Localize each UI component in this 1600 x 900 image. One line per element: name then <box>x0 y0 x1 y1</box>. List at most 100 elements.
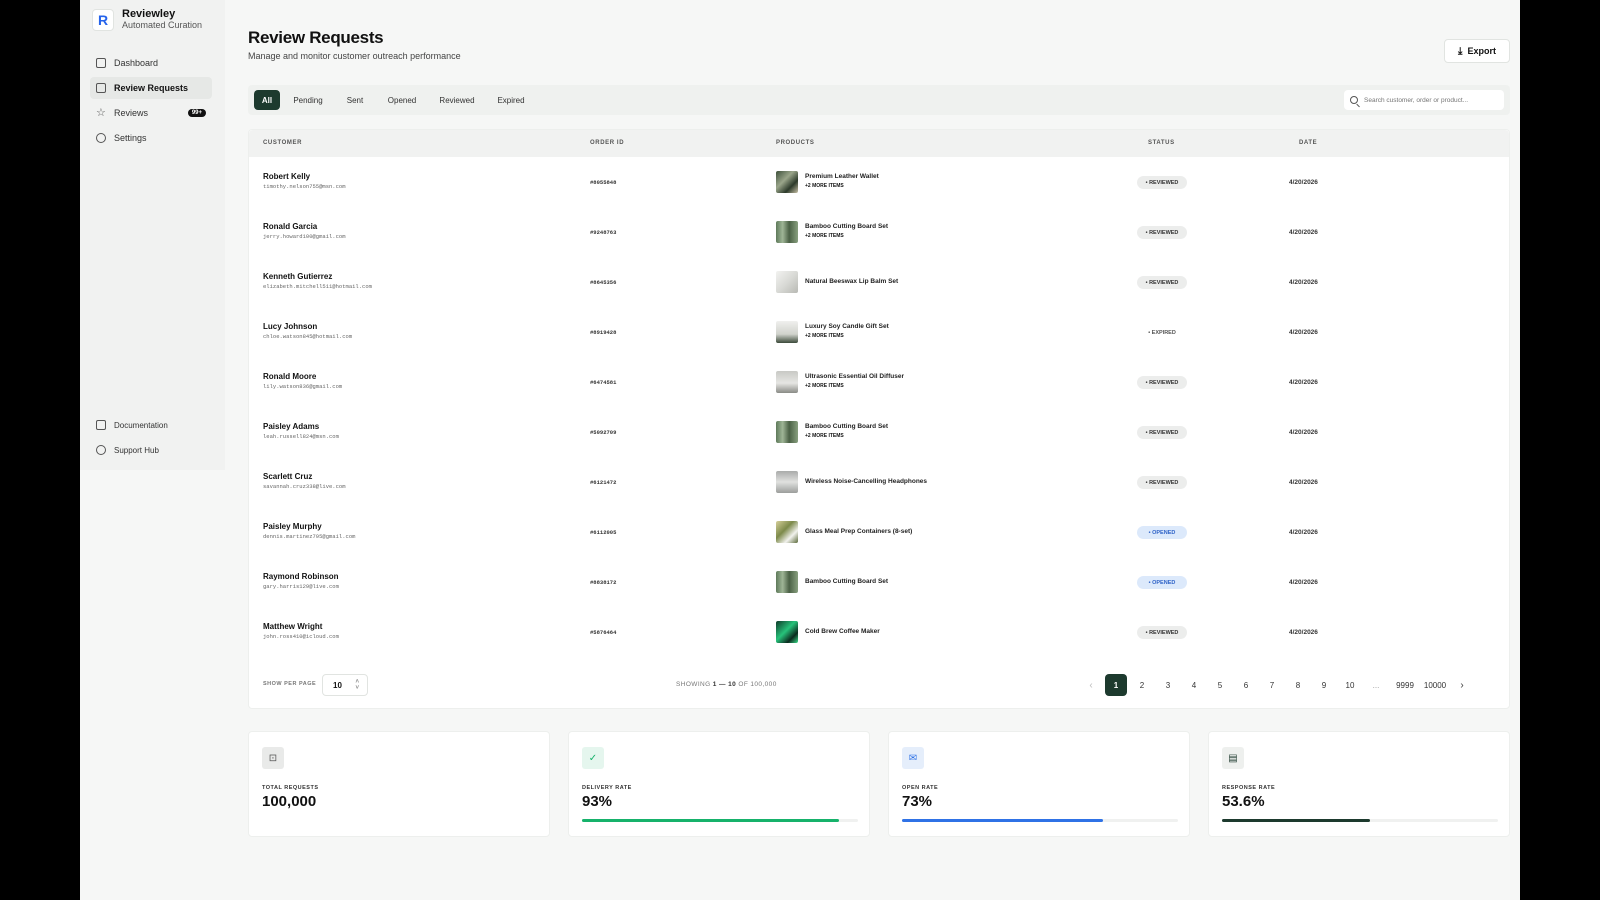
status-label: REVIEWED <box>1149 429 1179 436</box>
product-name: Wireless Noise-Cancelling Headphones <box>805 478 928 485</box>
showing-summary: SHOWING 1 — 10 OF 100,000 <box>676 681 777 688</box>
export-button-label: Export <box>1467 46 1496 56</box>
stat-progress-track <box>582 819 858 822</box>
order-id[interactable]: #6474581 <box>590 379 616 386</box>
sidebar-item-dashboard[interactable]: Dashboard <box>90 52 212 74</box>
table-row[interactable]: Matthew Wright john.ross410@icloud.com #58… <box>249 607 1509 657</box>
order-id[interactable]: #8055848 <box>590 179 616 186</box>
column-header-customer[interactable]: CUSTOMER <box>263 140 302 146</box>
brand-tagline: Automated Curation <box>122 20 203 30</box>
customer-email: jerry.howard100@gmail.com <box>263 233 346 240</box>
sidebar-item-reviews[interactable]: ☆ Reviews 99+ <box>90 102 212 124</box>
order-id[interactable]: #6112005 <box>590 529 616 536</box>
column-header-products[interactable]: PRODUCTS <box>776 140 814 146</box>
tab-opened[interactable]: Opened <box>382 90 422 110</box>
sidebar-item-documentation[interactable]: Documentation <box>90 414 212 436</box>
next-page-button[interactable]: › <box>1451 674 1473 696</box>
customer-email: leah.russell824@msn.com <box>263 433 339 440</box>
tab-expired[interactable]: Expired <box>492 90 530 110</box>
page-button-9999[interactable]: 9999 <box>1394 674 1416 696</box>
request-date: 4/20/2026 <box>1289 179 1318 186</box>
product-thumbnail <box>776 621 798 643</box>
page-button-10[interactable]: 10 <box>1339 674 1361 696</box>
prev-page-button[interactable]: ‹ <box>1080 674 1102 696</box>
order-id[interactable]: #8919428 <box>590 329 616 336</box>
stat-card-response-rate: ▤ RESPONSE RATE 53.6% <box>1208 731 1510 837</box>
tab-reviewed[interactable]: Reviewed <box>434 90 480 110</box>
more-items-label[interactable]: +2 MORE ITEMS <box>805 333 844 339</box>
table-row[interactable]: Ronald Garcia jerry.howard100@gmail.com #9… <box>249 207 1509 257</box>
customer-name: Matthew Wright <box>263 622 323 631</box>
more-items-label[interactable]: +2 MORE ITEMS <box>805 433 844 439</box>
page-button-1[interactable]: 1 <box>1105 674 1127 696</box>
tab-pending[interactable]: Pending <box>288 90 328 110</box>
order-id[interactable]: #5092709 <box>590 429 616 436</box>
search-box[interactable] <box>1344 90 1504 110</box>
column-header-order-id[interactable]: ORDER ID <box>590 140 624 146</box>
customer-email: lily.watson836@gmail.com <box>263 383 343 390</box>
page-title: Review Requests <box>248 28 384 47</box>
table-row[interactable]: Lucy Johnson chloe.watson845@hotmail.com #… <box>249 307 1509 357</box>
export-button[interactable]: ⤓ Export <box>1444 39 1510 63</box>
page-button-10000[interactable]: 10000 <box>1424 674 1446 696</box>
column-header-date[interactable]: DATE <box>1299 140 1317 146</box>
book-icon <box>96 420 106 430</box>
more-items-label[interactable]: +2 MORE ITEMS <box>805 233 844 239</box>
product-thumbnail <box>776 371 798 393</box>
table-row[interactable]: Raymond Robinson gary.harris129@live.com #… <box>249 557 1509 607</box>
sidebar-item-review-requests[interactable]: Review Requests <box>90 77 212 99</box>
tab-all[interactable]: All <box>254 90 280 110</box>
table-row[interactable]: Ronald Moore lily.watson836@gmail.com #647… <box>249 357 1509 407</box>
table-row[interactable]: Robert Kelly timothy.nelson755@msn.com #80… <box>249 157 1509 207</box>
page-button-3[interactable]: 3 <box>1157 674 1179 696</box>
customer-email: savannah.cruz338@live.com <box>263 483 346 490</box>
page-button-6[interactable]: 6 <box>1235 674 1257 696</box>
order-id[interactable]: #5876464 <box>590 629 616 636</box>
showing-total: OF 100,000 <box>738 681 777 688</box>
tab-sent[interactable]: Sent <box>340 90 370 110</box>
sidebar-item-settings[interactable]: Settings <box>90 127 212 149</box>
per-page-label: SHOW PER PAGE <box>263 681 317 687</box>
product-thumbnail <box>776 571 798 593</box>
customer-name: Robert Kelly <box>263 172 311 181</box>
more-items-label[interactable]: +2 MORE ITEMS <box>805 183 844 189</box>
order-id[interactable]: #6121472 <box>590 479 616 486</box>
product-name: Cold Brew Coffee Maker <box>805 628 880 635</box>
status-label: OPENED <box>1152 529 1176 536</box>
customer-email: chloe.watson845@hotmail.com <box>263 333 353 340</box>
sidebar-item-support-hub[interactable]: Support Hub <box>90 439 212 461</box>
product-thumbnail <box>776 321 798 343</box>
sidebar-footer-nav: Documentation Support Hub <box>90 414 212 464</box>
column-header-status[interactable]: STATUS <box>1148 140 1175 146</box>
page-button-2[interactable]: 2 <box>1131 674 1153 696</box>
page-button-7[interactable]: 7 <box>1261 674 1283 696</box>
showing-range: 1 — 10 <box>712 681 737 688</box>
page-button-5[interactable]: 5 <box>1209 674 1231 696</box>
stat-value: 73% <box>902 793 933 810</box>
more-items-label[interactable]: +2 MORE ITEMS <box>805 383 844 389</box>
request-date: 4/20/2026 <box>1289 379 1318 386</box>
grid-icon <box>96 58 106 68</box>
page-button-9[interactable]: 9 <box>1313 674 1335 696</box>
page-button-4[interactable]: 4 <box>1183 674 1205 696</box>
customer-name: Scarlett Cruz <box>263 472 313 481</box>
customer-name: Lucy Johnson <box>263 322 318 331</box>
order-id[interactable]: #8838172 <box>590 579 616 586</box>
page-button-8[interactable]: 8 <box>1287 674 1309 696</box>
order-id[interactable]: #9248763 <box>590 229 616 236</box>
table-row[interactable]: Paisley Murphy dennis.martinez795@gmail.c… <box>249 507 1509 557</box>
table-row[interactable]: Scarlett Cruz savannah.cruz338@live.com #6… <box>249 457 1509 507</box>
star-icon: ☆ <box>96 107 106 119</box>
order-id[interactable]: #8645356 <box>590 279 616 286</box>
showing-prefix: SHOWING <box>676 681 711 688</box>
table-row[interactable]: Paisley Adams leah.russell824@msn.com #509… <box>249 407 1509 457</box>
brand[interactable]: R Reviewley Automated Curation <box>92 8 202 31</box>
per-page-select[interactable]: 10 ˄ ˅ <box>322 674 368 696</box>
status-badge: • REVIEWED <box>1137 476 1187 489</box>
request-date: 4/20/2026 <box>1289 579 1318 586</box>
table-row[interactable]: Kenneth Gutierrez elizabeth.mitchell511@h… <box>249 257 1509 307</box>
requests-table: CUSTOMER ORDER ID PRODUCTS STATUS DATE R… <box>248 129 1510 709</box>
search-input[interactable] <box>1364 96 1504 104</box>
stat-value: 93% <box>582 793 613 810</box>
request-date: 4/20/2026 <box>1289 479 1318 486</box>
